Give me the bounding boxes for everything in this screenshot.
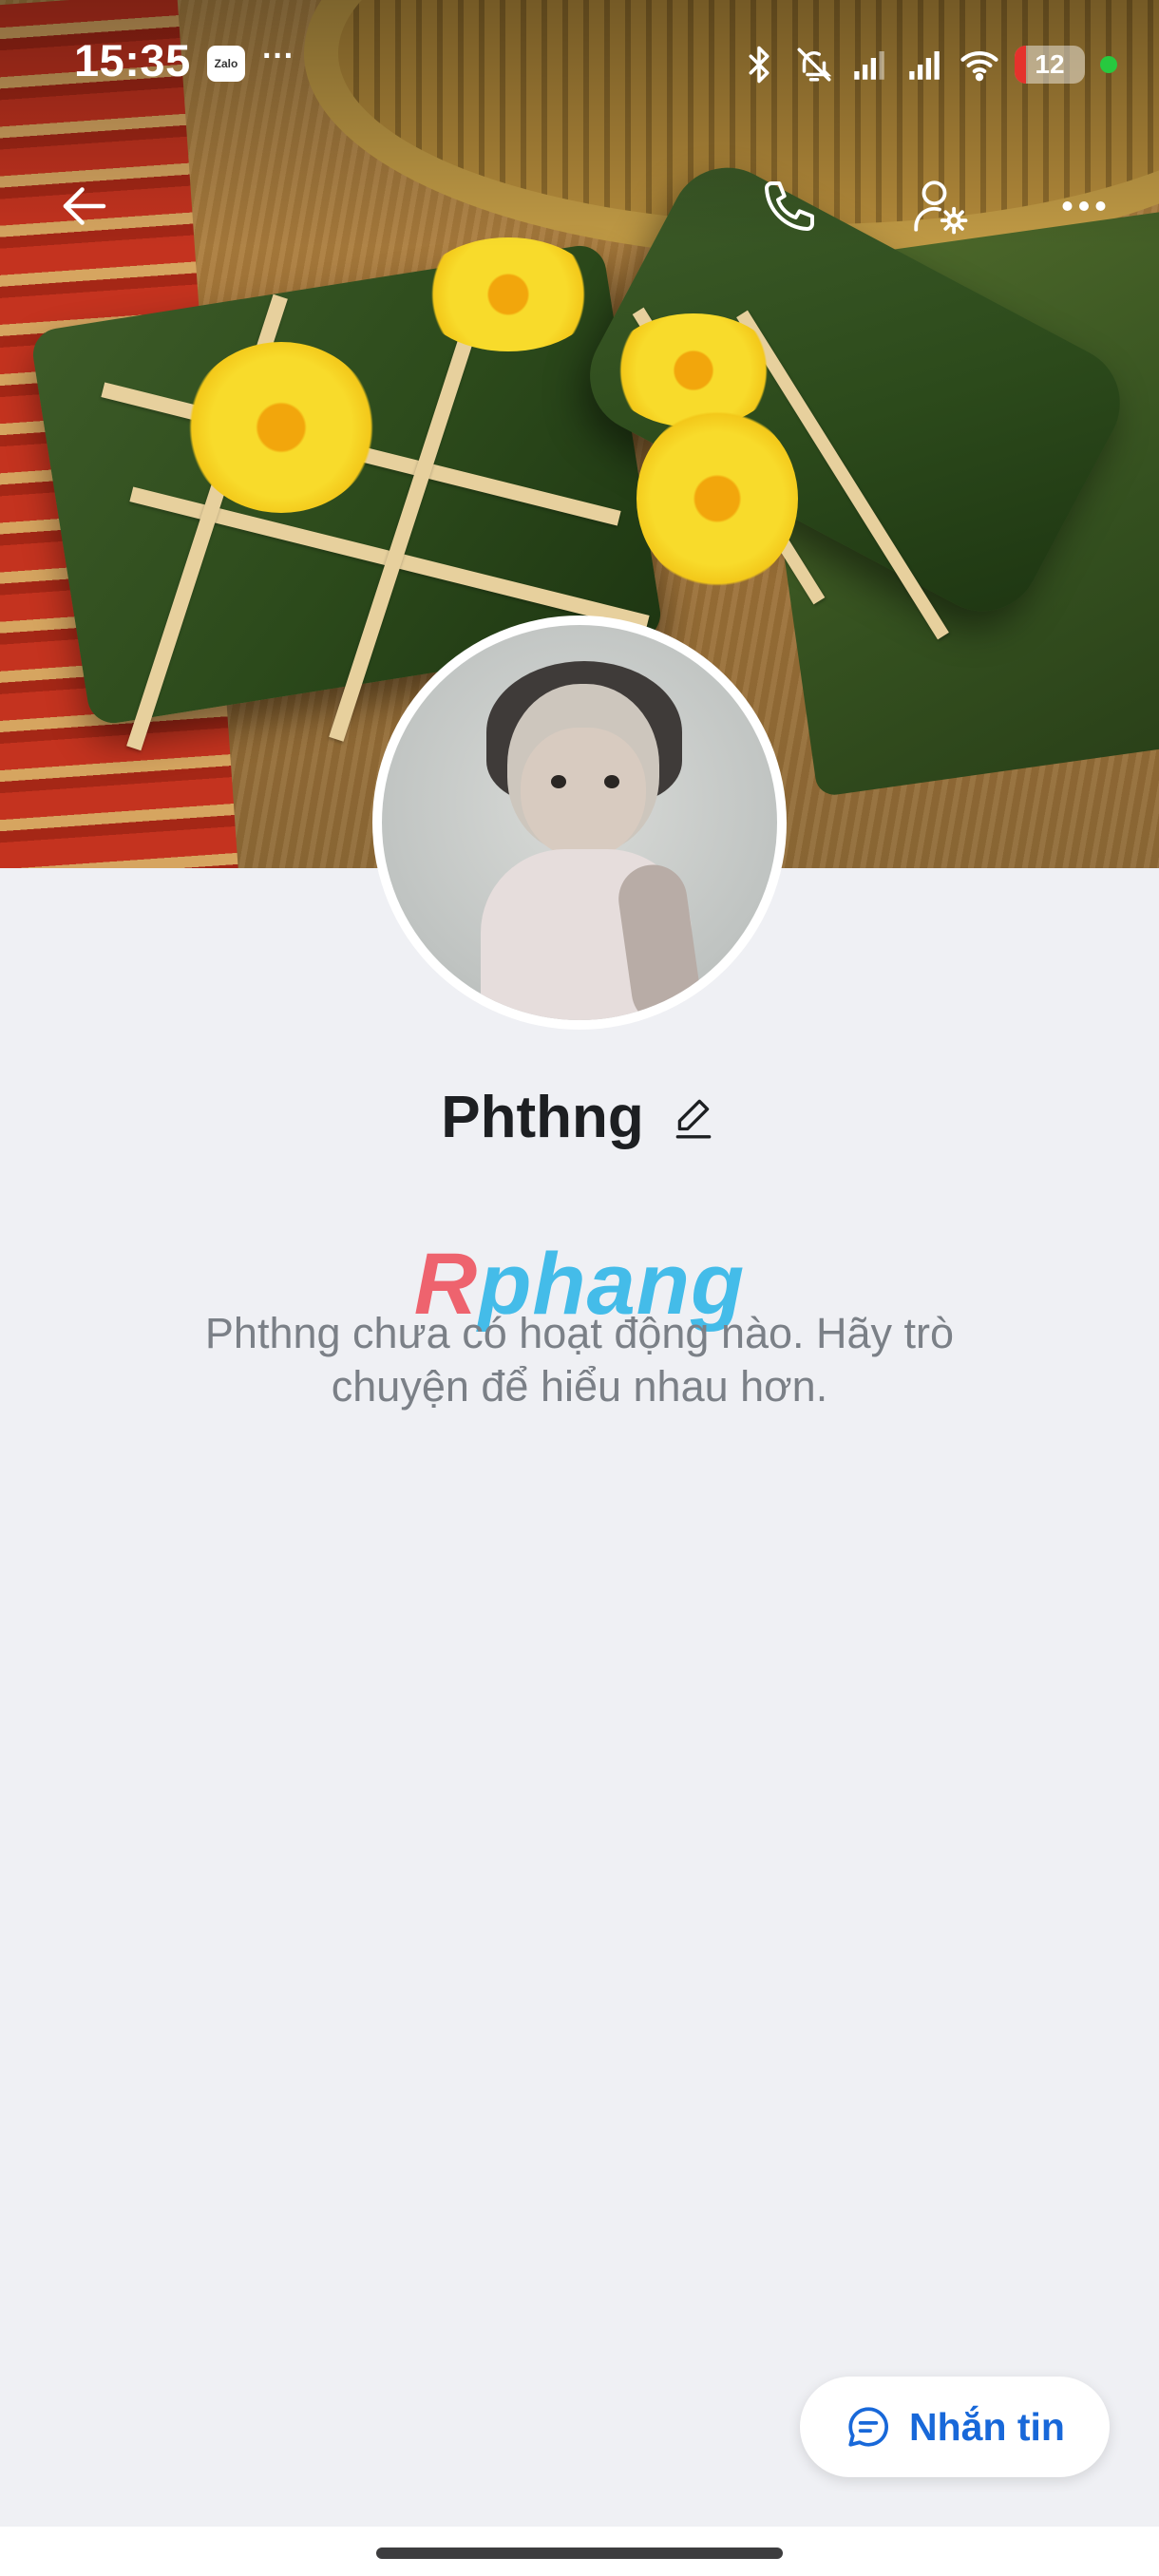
more-options-button[interactable] (1041, 163, 1127, 249)
status-time: 15:35 (74, 35, 191, 85)
more-horizontal-icon (1062, 201, 1106, 211)
signal-icon (854, 51, 884, 80)
avatar-eye (551, 775, 566, 788)
status-bar: 15:35 Zalo ··· 12 (0, 0, 1159, 123)
mute-icon (797, 47, 832, 82)
wifi-icon (960, 51, 998, 82)
profile-name: Phthng (441, 1084, 644, 1150)
profile-settings-button[interactable] (897, 163, 982, 249)
back-button[interactable] (42, 163, 127, 249)
avatar-face (521, 728, 646, 859)
call-button[interactable] (747, 163, 832, 249)
bluetooth-icon (749, 46, 770, 84)
cover-flower (186, 342, 376, 513)
cover-flower (418, 237, 598, 351)
phone-icon (765, 181, 814, 231)
profile-name-row: Phthng (0, 1079, 1159, 1155)
empty-activity-message: Phthng chưa có hoạt động nào. Hãy trò ch… (204, 1309, 955, 1411)
profile-avatar[interactable] (372, 616, 787, 1030)
cover-flower (636, 408, 798, 589)
back-arrow-icon (63, 187, 106, 225)
pencil-icon (675, 1099, 712, 1139)
home-indicator[interactable] (376, 2548, 783, 2559)
signal-icon (909, 51, 940, 80)
user-settings-icon (914, 180, 968, 235)
more-notifications-icon: ··· (262, 38, 294, 74)
chat-bubble-icon (848, 2407, 888, 2447)
system-nav-bar (0, 2527, 1159, 2576)
send-message-button[interactable]: Nhắn tin (800, 2377, 1110, 2477)
cover-flower (608, 313, 779, 427)
battery-level: 12 (1035, 49, 1065, 79)
status-icons: 12 (739, 38, 1117, 91)
zalo-notification-icon: Zalo (207, 46, 245, 82)
edit-name-button[interactable] (669, 1092, 718, 1142)
send-message-label: Nhắn tin (909, 2404, 1065, 2449)
privacy-dot-icon (1100, 56, 1117, 73)
avatar-photo (382, 625, 777, 1020)
battery-icon: 12 (1015, 46, 1085, 84)
avatar-eye (604, 775, 619, 788)
